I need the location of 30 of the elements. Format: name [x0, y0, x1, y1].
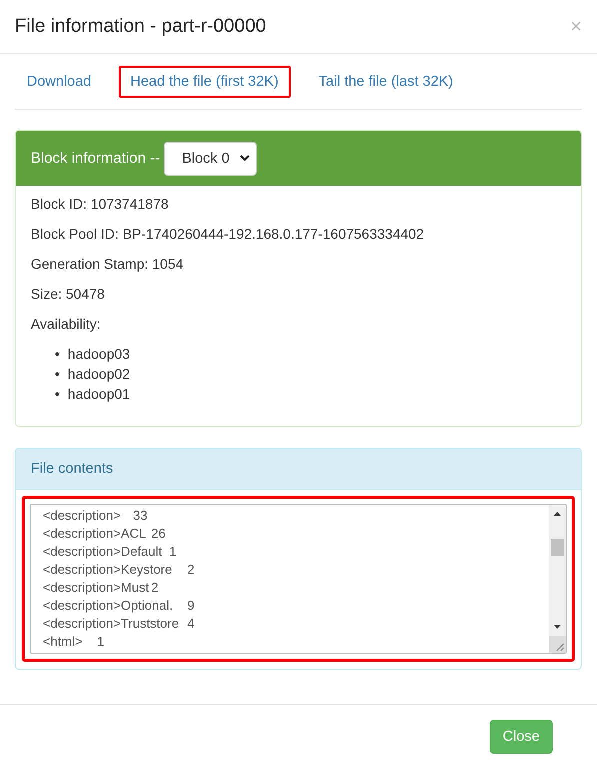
close-button[interactable]: Close	[490, 720, 553, 754]
text-line: <html> 1	[43, 633, 106, 651]
text-line: <description>Optional. 9	[43, 597, 196, 615]
block-field: Generation Stamp: 1054	[31, 254, 566, 274]
bullet-mark: •	[55, 345, 60, 364]
host-item: hadoop03	[68, 345, 130, 364]
panel-title: Block information --	[31, 150, 160, 167]
block-select[interactable]: Block 0	[164, 142, 257, 176]
caret-icon	[240, 155, 250, 162]
file-link[interactable]: Head the file (first 32K)	[118, 66, 291, 98]
file-text-area[interactable]: <description> 33 <description>ACL 26 <description>Default 1 <description>Keystore 2 <description>Must 2 <description>Optional. 9 <description>Truststore 4 <html> 1	[30, 504, 567, 654]
text-line: <description>Truststore 4	[43, 615, 196, 633]
scrollbar-drawing[interactable]	[549, 505, 566, 653]
file-link[interactable]: Download	[15, 66, 104, 98]
text-line: <description> 33	[43, 507, 149, 525]
file-link[interactable]: Tail the file (last 32K)	[306, 66, 466, 98]
block-field: Block ID: 1073741878	[31, 194, 566, 214]
host-item: hadoop01	[68, 385, 130, 404]
text-line: <description>Keystore 2	[43, 561, 196, 579]
text-line: <description>Default 1	[43, 543, 178, 561]
panel-title: File contents	[31, 461, 114, 477]
block-field: Availability:	[31, 314, 566, 334]
bullet-mark: •	[55, 365, 60, 384]
host-item: hadoop02	[68, 365, 130, 384]
text-line: <description>ACL 26	[43, 525, 167, 543]
block-field: Size: 50478	[31, 284, 566, 304]
block-field: Block Pool ID: BP-1740260444-192.168.0.177-1607563334402	[31, 224, 566, 244]
bullet-mark: •	[55, 385, 60, 404]
text-line: <description>Must 2	[43, 579, 160, 597]
dialog-title: File information - part-r-00000	[15, 16, 266, 38]
